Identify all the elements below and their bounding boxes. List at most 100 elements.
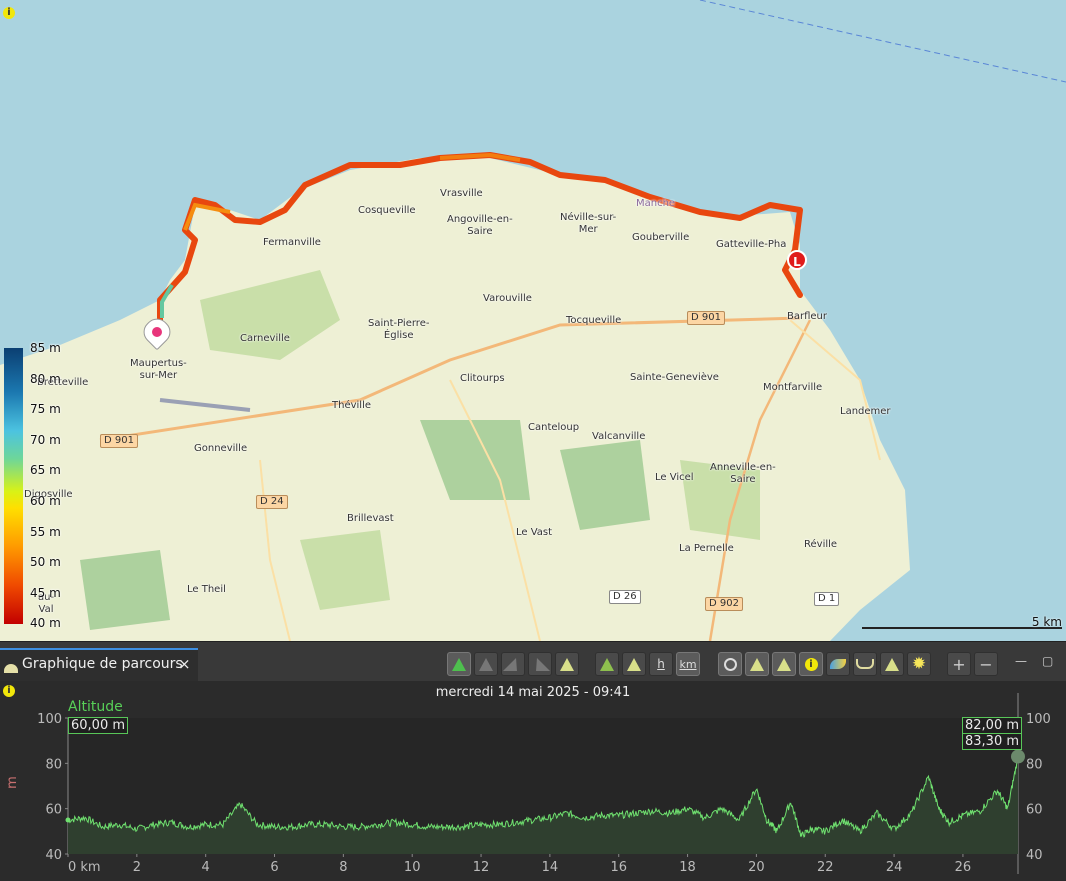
place-label: Gonneville bbox=[194, 443, 248, 454]
y-tick-label-right: 80 bbox=[1026, 757, 1043, 772]
distance-axis-label: km bbox=[679, 657, 697, 671]
place-label: Sainte-Geneviève bbox=[630, 372, 719, 383]
maximize-panel-icon[interactable]: ▢ bbox=[1042, 654, 1053, 668]
legend-label: 40 m bbox=[30, 616, 61, 631]
place-label: Barfleur bbox=[787, 311, 827, 322]
altitude-chart[interactable]: 100 100 80 80 60 60 40 40 0 km 2 4 6 8 10 12 14 16 18 20 22… bbox=[0, 681, 1066, 881]
y-tick-label: 100 bbox=[37, 712, 62, 727]
zoom-in-button[interactable]: + bbox=[947, 652, 971, 676]
road-badge: D 24 bbox=[256, 495, 288, 509]
legend-label: 80 m bbox=[30, 371, 61, 386]
end-marker-icon[interactable]: L bbox=[787, 250, 807, 270]
place-label: Anneville-en- Saire bbox=[710, 462, 776, 485]
road-badge: D 902 bbox=[705, 597, 743, 611]
valley-button[interactable] bbox=[853, 652, 877, 676]
x-tick-label: 0 km bbox=[68, 860, 101, 875]
end-point-marker bbox=[1011, 749, 1025, 764]
x-tick-label: 22 bbox=[817, 860, 834, 875]
place-label: Tocqueville bbox=[566, 315, 622, 326]
info-icon: i bbox=[804, 657, 818, 671]
tab-label: Graphique de parcours bbox=[22, 656, 183, 672]
map-view[interactable]: i Vrasville Cosqueville Angoville-en- Sa… bbox=[0, 0, 1066, 641]
y-tick-label: 80 bbox=[45, 757, 62, 772]
x-tick-label: 18 bbox=[679, 860, 696, 875]
place-label: Le Theil bbox=[187, 584, 226, 595]
plus-icon: + bbox=[952, 654, 966, 674]
night-sections-button[interactable]: ✹ bbox=[907, 652, 931, 676]
y-tick-label-right: 60 bbox=[1026, 803, 1043, 818]
road-badge: D 901 bbox=[100, 434, 138, 448]
y-tick-label: 60 bbox=[45, 803, 62, 818]
place-label: Réville bbox=[804, 539, 838, 550]
x-tick-label: 8 bbox=[339, 860, 347, 875]
x-tick-label: 24 bbox=[886, 860, 903, 875]
x-tick-label: 10 bbox=[404, 860, 421, 875]
info-tooltip-button[interactable]: i bbox=[799, 652, 823, 676]
legend-label: 65 m bbox=[30, 463, 61, 478]
close-tab-icon[interactable]: × bbox=[178, 655, 191, 673]
place-label: Gouberville bbox=[632, 232, 690, 243]
minus-icon: − bbox=[979, 654, 993, 674]
end-value-label: 82,00 m bbox=[962, 717, 1023, 734]
marker-button[interactable] bbox=[745, 652, 769, 676]
chart-tab-icon bbox=[4, 664, 18, 673]
place-label: Cosqueville bbox=[358, 205, 416, 216]
place-label: Clitourps bbox=[460, 373, 505, 384]
place-label: Landemer bbox=[840, 406, 891, 417]
series-label: Altitude bbox=[68, 699, 123, 715]
place-label: Canteloup bbox=[528, 422, 580, 433]
x-tick-label: 4 bbox=[202, 860, 210, 875]
place-label: Carneville bbox=[240, 333, 290, 344]
minimize-panel-icon[interactable]: — bbox=[1015, 654, 1027, 668]
x-tick-label: 2 bbox=[133, 860, 141, 875]
place-label: Valcanville bbox=[592, 431, 646, 442]
x-tick-label: 26 bbox=[955, 860, 972, 875]
place-label: Fermanville bbox=[263, 237, 321, 248]
mountains-view-button[interactable] bbox=[622, 652, 646, 676]
legend-label: 75 m bbox=[30, 402, 61, 417]
y-axis-unit: m bbox=[4, 776, 20, 789]
place-label: Brillevast bbox=[347, 513, 394, 524]
y-tick-label-right: 100 bbox=[1026, 712, 1051, 727]
summit-button[interactable] bbox=[880, 652, 904, 676]
place-label: Néville-sur- Mer bbox=[560, 212, 617, 235]
y-tick-label-right: 40 bbox=[1026, 848, 1043, 863]
place-label: Maupertus- sur-Mer bbox=[130, 358, 187, 381]
x-tick-label: 6 bbox=[270, 860, 278, 875]
altitude-graph-button[interactable] bbox=[447, 652, 471, 676]
y-tick-label: 40 bbox=[45, 848, 62, 863]
time-axis-label: h bbox=[657, 657, 665, 671]
time-axis-button[interactable]: h bbox=[649, 652, 673, 676]
distance-axis-button[interactable]: km bbox=[676, 652, 700, 676]
altimeter-graph-button[interactable] bbox=[555, 652, 579, 676]
sun-icon: ✹ bbox=[911, 654, 927, 674]
place-label: Vrasville bbox=[440, 188, 483, 199]
speed-graph-button[interactable] bbox=[528, 652, 552, 676]
road-badge: D 1 bbox=[814, 592, 840, 606]
map-info-icon[interactable]: i bbox=[3, 7, 15, 19]
place-label: Le Vicel bbox=[655, 472, 694, 483]
tab-tour-chart[interactable]: Graphique de parcours × bbox=[0, 648, 198, 682]
legend-gradient bbox=[4, 348, 23, 624]
place-label: Saint-Pierre- Église bbox=[368, 318, 430, 341]
zoom-out-button[interactable]: − bbox=[974, 652, 998, 676]
gradient-graph-button[interactable] bbox=[474, 652, 498, 676]
x-tick-label: 12 bbox=[473, 860, 490, 875]
place-label: Angoville-en- Saire bbox=[447, 214, 513, 237]
photo-button[interactable] bbox=[826, 652, 850, 676]
x-tick-label: 16 bbox=[610, 860, 627, 875]
start-value-label: 60,00 m bbox=[68, 717, 129, 734]
segment-view-button[interactable] bbox=[595, 652, 619, 676]
place-label: Théville bbox=[332, 400, 372, 411]
place-label: Manche bbox=[636, 198, 676, 209]
chart-canvas: 100 10080 8060 6040 400 km 2 4 6 8 10 12 14 16 18 20 22… bbox=[37, 693, 1051, 875]
place-label: Gatteville-Pha bbox=[716, 239, 787, 250]
place-label: Montfarville bbox=[763, 382, 823, 393]
legend-label: 45 m bbox=[30, 585, 61, 600]
legend-label: 50 m bbox=[30, 555, 61, 570]
x-tick-label: 20 bbox=[748, 860, 765, 875]
pace-graph-button[interactable] bbox=[501, 652, 525, 676]
legend-label: 60 m bbox=[30, 494, 61, 508]
sync-map-button[interactable] bbox=[718, 652, 742, 676]
waypoint-button[interactable] bbox=[772, 652, 796, 676]
